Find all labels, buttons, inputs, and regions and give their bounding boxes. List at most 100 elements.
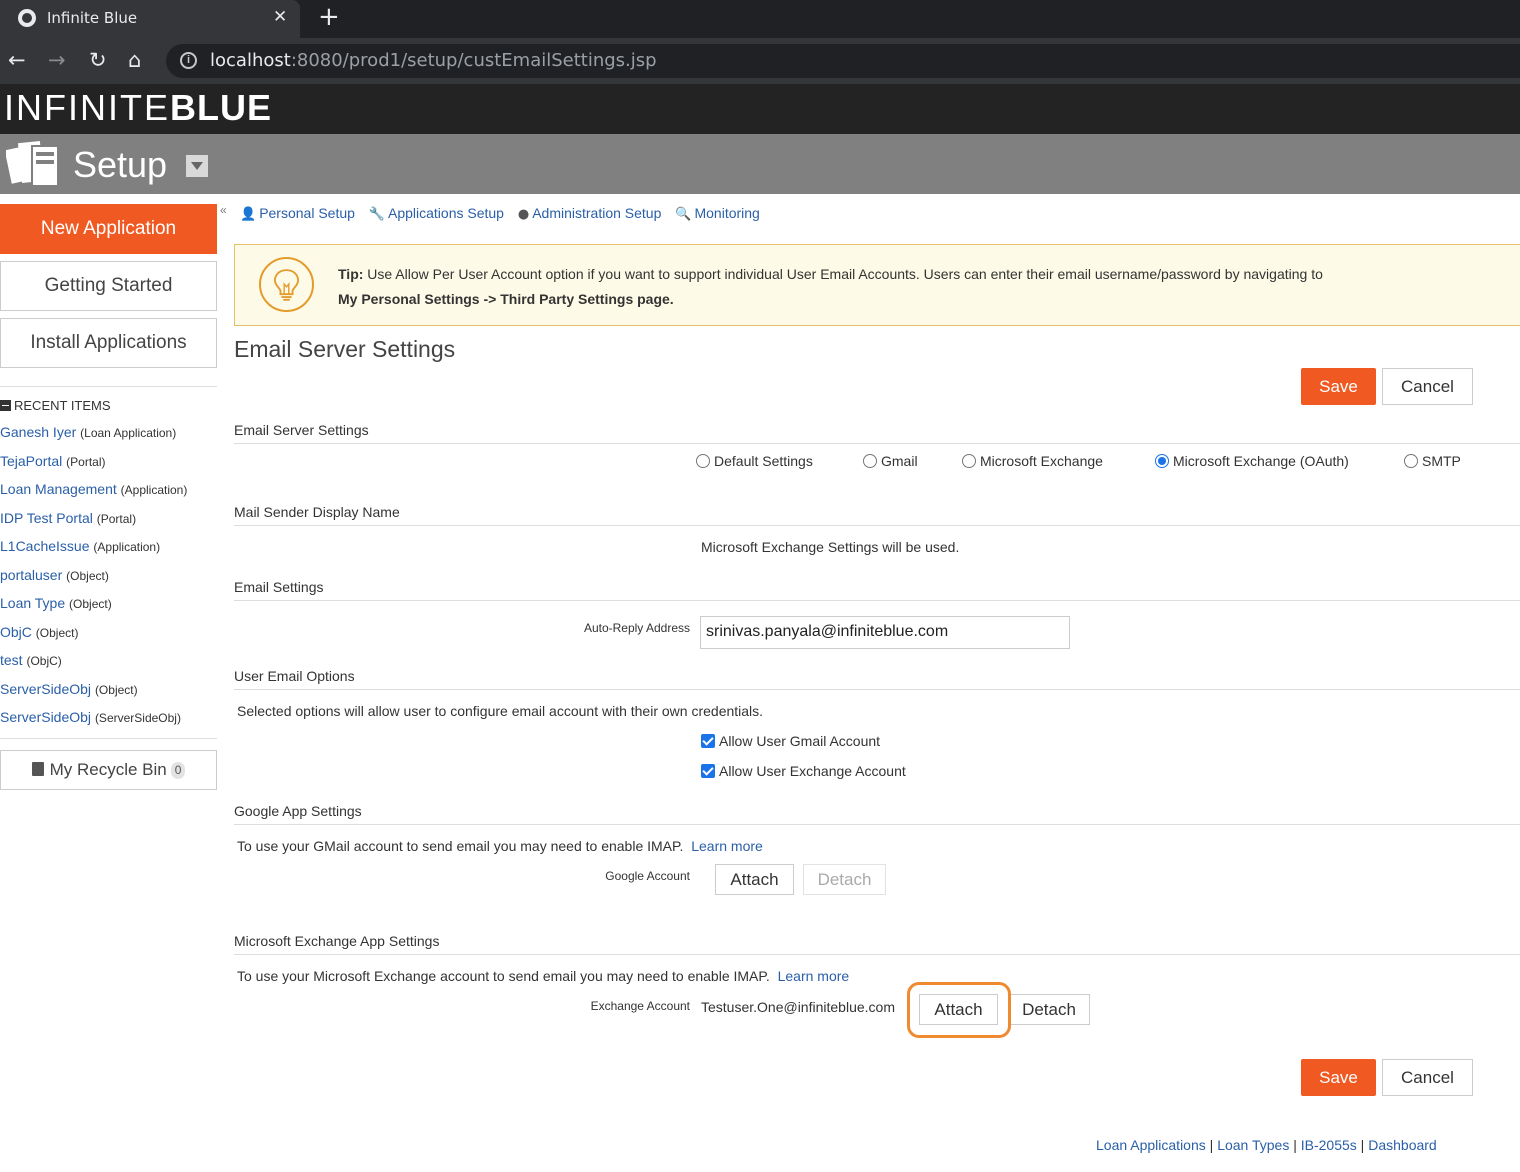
exchange-account-label: Exchange Account <box>590 999 690 1013</box>
browser-tab[interactable]: Infinite Blue ✕ <box>0 0 300 38</box>
recent-items-list: Ganesh Iyer (Loan Application) TejaPorta… <box>0 424 187 738</box>
google-detach-button[interactable]: Detach <box>803 864 886 895</box>
footer-link-loan-types[interactable]: Loan Types <box>1217 1137 1289 1153</box>
browser-tab-bar: Infinite Blue ✕ + <box>0 0 1520 38</box>
checkbox-checked-icon[interactable] <box>701 734 715 748</box>
list-item: L1CacheIssue (Application) <box>0 538 161 554</box>
radio-icon[interactable] <box>1404 454 1418 468</box>
allow-exchange-checkbox[interactable]: Allow User Exchange Account <box>701 763 906 779</box>
recent-item-link[interactable]: ObjC <box>0 624 32 640</box>
save-button-top[interactable]: Save <box>1301 368 1376 405</box>
recent-item-link[interactable]: portaluser <box>0 567 62 583</box>
globe-icon <box>18 9 36 27</box>
close-tab-icon[interactable]: ✕ <box>273 7 287 27</box>
setup-nav: 👤 Personal Setup 🔧 Applications Setup ● Adm… <box>240 205 770 222</box>
nav-personal-setup[interactable]: Personal Setup <box>259 205 355 221</box>
recent-item-link[interactable]: IDP Test Portal <box>0 510 93 526</box>
cancel-button-bottom[interactable]: Cancel <box>1382 1059 1473 1096</box>
auto-reply-input[interactable]: srinivas.panyala@infiniteblue.com <box>700 616 1070 649</box>
radio-microsoft-exchange-oauth[interactable]: Microsoft Exchange (OAuth) <box>1155 453 1349 469</box>
user-options-desc: Selected options will allow user to conf… <box>237 703 764 719</box>
save-button-bottom[interactable]: Save <box>1301 1059 1376 1096</box>
globe-icon: ● <box>517 207 530 222</box>
collapse-sidebar-icon[interactable]: « <box>220 203 227 217</box>
exchange-detach-button[interactable]: Detach <box>1008 994 1090 1025</box>
new-application-button[interactable]: New Application <box>0 204 217 254</box>
home-icon[interactable]: ⌂ <box>128 48 141 72</box>
info-icon[interactable]: i <box>180 52 197 69</box>
recent-item-link[interactable]: Loan Management <box>0 481 117 497</box>
collapse-minus-icon[interactable] <box>0 400 11 411</box>
list-item: Loan Type (Object) <box>0 595 112 611</box>
section-exchange-app: Microsoft Exchange App Settings <box>234 933 1520 955</box>
google-attach-button[interactable]: Attach <box>715 864 794 895</box>
allow-gmail-checkbox[interactable]: Allow User Gmail Account <box>701 733 880 749</box>
radio-smtp[interactable]: SMTP <box>1404 453 1461 469</box>
trash-icon <box>31 762 44 776</box>
sender-note: Microsoft Exchange Settings will be used… <box>701 539 960 555</box>
search-icon: 🔍 <box>675 207 692 222</box>
nav-applications-setup[interactable]: Applications Setup <box>388 205 504 221</box>
list-item: Ganesh Iyer (Loan Application) <box>0 424 177 440</box>
url-text: localhost:8080/prod1/setup/custEmailSett… <box>210 50 657 71</box>
section-email-settings: Email Settings <box>234 579 1520 601</box>
forward-icon[interactable]: → <box>48 48 66 72</box>
radio-icon[interactable] <box>863 454 877 468</box>
section-email-server: Email Server Settings <box>234 422 1520 444</box>
setup-header: Setup <box>0 134 1520 194</box>
google-account-label: Google Account <box>605 869 690 883</box>
recycle-count-badge: 0 <box>170 762 186 779</box>
footer-links: Loan Applications | Loan Types | IB-2055… <box>1096 1137 1437 1153</box>
recent-item-link[interactable]: Ganesh Iyer <box>0 424 76 440</box>
nav-monitoring[interactable]: Monitoring <box>694 205 759 221</box>
tip-banner: Tip: Use Allow Per User Account option i… <box>234 244 1520 326</box>
install-applications-button[interactable]: Install Applications <box>0 318 217 368</box>
google-learn-more-link[interactable]: Learn more <box>691 838 763 854</box>
setup-dropdown-icon[interactable] <box>186 155 208 177</box>
attach-highlight-annotation <box>907 982 1011 1038</box>
recent-item-link[interactable]: Loan Type <box>0 595 65 611</box>
recent-item-link[interactable]: ServerSideObj <box>0 709 91 725</box>
exchange-account-value: Testuser.One@infiniteblue.com <box>701 999 895 1015</box>
new-tab-icon[interactable]: + <box>318 2 340 32</box>
page-title: Email Server Settings <box>234 336 456 362</box>
url-input[interactable]: i localhost:8080/prod1/setup/custEmailSe… <box>166 44 1520 78</box>
section-mail-sender: Mail Sender Display Name <box>234 504 1520 526</box>
nav-administration-setup[interactable]: Administration Setup <box>532 205 661 221</box>
back-icon[interactable]: ← <box>8 48 26 72</box>
recent-item-link[interactable]: TejaPortal <box>0 453 62 469</box>
exchange-desc: To use your Microsoft Exchange account t… <box>237 968 850 984</box>
list-item: Loan Management (Application) <box>0 481 188 497</box>
footer-link-loan-applications[interactable]: Loan Applications <box>1096 1137 1206 1153</box>
recent-item-link[interactable]: ServerSideObj <box>0 681 91 697</box>
radio-default-settings[interactable]: Default Settings <box>696 453 813 469</box>
exchange-learn-more-link[interactable]: Learn more <box>778 968 850 984</box>
auto-reply-label: Auto-Reply Address <box>583 621 690 635</box>
recent-item-link[interactable]: L1CacheIssue <box>0 538 90 554</box>
cancel-button-top[interactable]: Cancel <box>1382 368 1473 405</box>
section-user-email-options: User Email Options <box>234 668 1520 690</box>
footer-link-ib-2055s[interactable]: IB-2055s <box>1301 1137 1357 1153</box>
footer-link-dashboard[interactable]: Dashboard <box>1368 1137 1437 1153</box>
tab-title: Infinite Blue <box>47 9 138 27</box>
google-desc: To use your GMail account to send email … <box>237 838 763 854</box>
recent-item-link[interactable]: test <box>0 652 23 668</box>
reload-icon[interactable]: ↻ <box>89 48 107 72</box>
user-icon: 👤 <box>240 207 257 222</box>
setup-pages-icon <box>6 140 59 187</box>
getting-started-button[interactable]: Getting Started <box>0 261 217 311</box>
radio-gmail[interactable]: Gmail <box>863 453 918 469</box>
radio-icon[interactable] <box>962 454 976 468</box>
recent-items-header[interactable]: RECENT ITEMS <box>0 398 111 413</box>
address-bar: ← → ↻ ⌂ i localhost:8080/prod1/setup/cus… <box>0 38 1520 84</box>
divider <box>0 386 217 387</box>
radio-icon[interactable] <box>696 454 710 468</box>
section-google-app: Google App Settings <box>234 803 1520 825</box>
list-item: ServerSideObj (Object) <box>0 680 138 697</box>
recycle-bin-button[interactable]: My Recycle Bin 0 <box>0 750 217 790</box>
lightbulb-icon <box>259 257 314 312</box>
list-item: ObjC (Object) <box>0 623 79 640</box>
checkbox-checked-icon[interactable] <box>701 764 715 778</box>
radio-selected-icon[interactable] <box>1155 454 1169 468</box>
radio-microsoft-exchange[interactable]: Microsoft Exchange <box>962 453 1103 469</box>
